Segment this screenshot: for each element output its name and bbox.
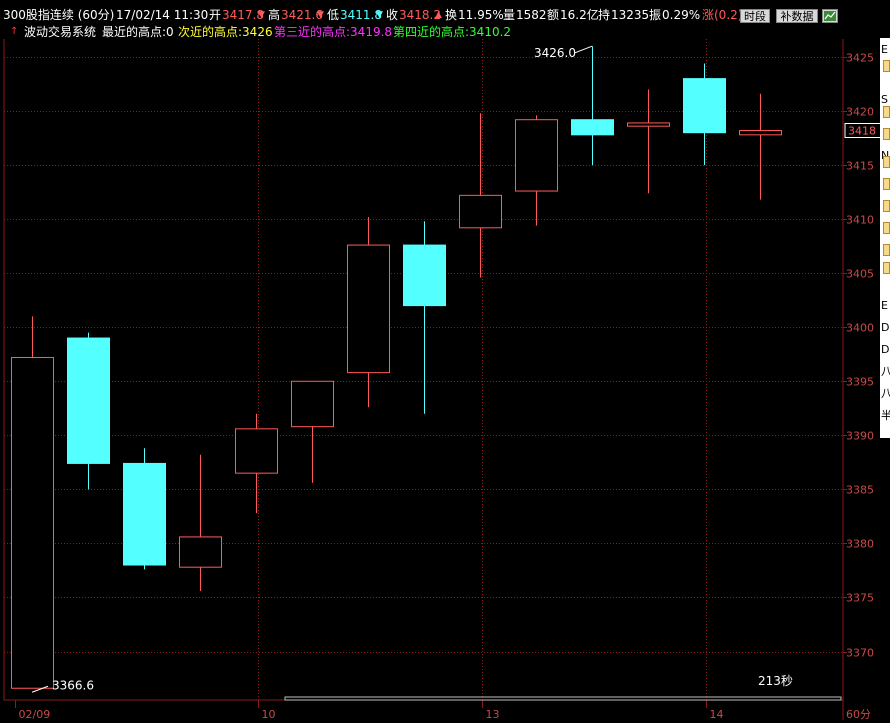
right-panel-glyph: E (881, 299, 888, 312)
x-tick-label: 10 (262, 708, 276, 721)
right-panel-glyph: 八 (881, 387, 890, 400)
right-panel-icon[interactable] (883, 178, 890, 190)
right-panel-icon[interactable] (883, 128, 890, 140)
right-panel-icon[interactable] (883, 60, 890, 72)
right-panel-icon[interactable] (883, 262, 890, 274)
candle-body (571, 119, 614, 136)
high-annotation: 3426.0 (534, 46, 576, 60)
y-tick-label: 3375 (846, 592, 874, 605)
countdown-label: 213秒 (758, 674, 793, 688)
current-price-label: 3418 (848, 125, 876, 138)
annotation-leader (573, 45, 593, 54)
candle-body (515, 119, 558, 192)
right-panel-icon[interactable] (883, 156, 890, 168)
y-tick-label: 3410 (846, 214, 874, 227)
candle-body (123, 462, 166, 566)
y-tick-label: 3390 (846, 430, 874, 443)
right-panel-glyph: D (881, 343, 890, 356)
right-panel-glyph: 八 (881, 365, 890, 378)
y-tick-label: 3425 (846, 52, 874, 65)
right-panel-icon[interactable] (883, 244, 890, 256)
candle-body (179, 536, 222, 568)
candle-body (11, 356, 54, 689)
right-panel-glyph: D (881, 321, 890, 334)
y-tick-label: 3400 (846, 322, 874, 335)
right-side-panel: ESNEDD八八半 (880, 38, 890, 438)
y-tick-label: 3415 (846, 160, 874, 173)
low-annotation: 3366.6 (52, 678, 94, 692)
candle-body (627, 122, 670, 127)
period-axis-label: 60分 (846, 708, 871, 721)
right-panel-icon[interactable] (883, 200, 890, 212)
x-tick-label: 14 (710, 708, 724, 721)
right-panel-glyph: 半 (881, 409, 890, 422)
candle-body (683, 78, 726, 134)
y-tick-label: 3385 (846, 484, 874, 497)
x-tick-label: 13 (486, 708, 500, 721)
candle-body (459, 194, 502, 229)
x-tick-label: 02/09 (19, 708, 51, 721)
candle-body (67, 337, 110, 464)
candle-body (291, 380, 334, 428)
y-tick-label: 3420 (846, 106, 874, 119)
candle-body (403, 244, 446, 307)
right-panel-icon[interactable] (883, 222, 890, 234)
y-tick-label: 3380 (846, 538, 874, 551)
candle-body (347, 244, 390, 374)
right-panel-glyph: S (881, 93, 888, 106)
y-tick-label: 3395 (846, 376, 874, 389)
scroll-bar[interactable] (284, 696, 842, 701)
candle-body (739, 130, 782, 136)
y-tick-label: 3370 (846, 647, 874, 660)
right-panel-glyph: E (881, 43, 888, 56)
candle-body (235, 428, 278, 474)
candlestick-chart: 3370 3375 3380 3385 3390 3395 3400 3405 3410 3415… (3, 39, 880, 721)
right-panel-icon[interactable] (883, 106, 890, 118)
y-tick-label: 3405 (846, 268, 874, 281)
